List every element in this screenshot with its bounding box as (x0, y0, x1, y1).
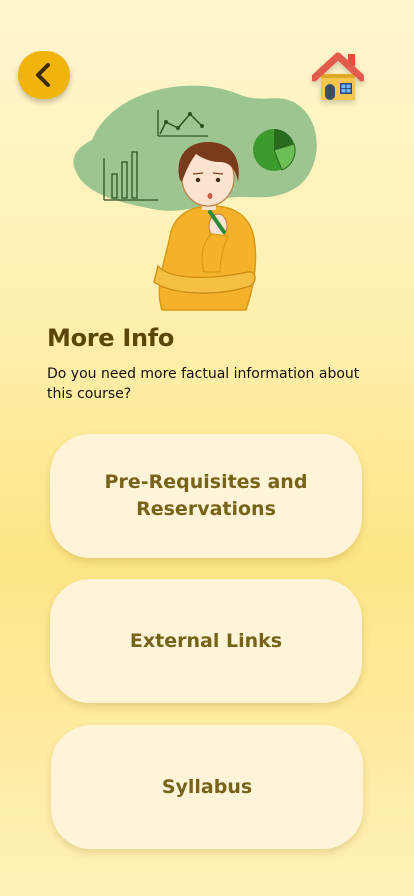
syllabus-label: Syllabus (161, 775, 253, 798)
external-links-button[interactable]: External Links (50, 579, 362, 703)
page-title: More Info (47, 324, 175, 352)
chevron-left-icon (36, 63, 50, 87)
thinking-person-illustration (73, 85, 317, 311)
prerequisites-reservations-button[interactable]: Pre-Requisites and Reservations (50, 434, 362, 558)
page-subtitle: Do you need more factual information abo… (47, 366, 360, 402)
back-button[interactable] (18, 51, 70, 99)
syllabus-button[interactable]: Syllabus (51, 725, 363, 849)
prerequisites-reservations-label: Pre-Requisites and Reservations (104, 471, 308, 520)
external-links-label: External Links (129, 629, 283, 652)
